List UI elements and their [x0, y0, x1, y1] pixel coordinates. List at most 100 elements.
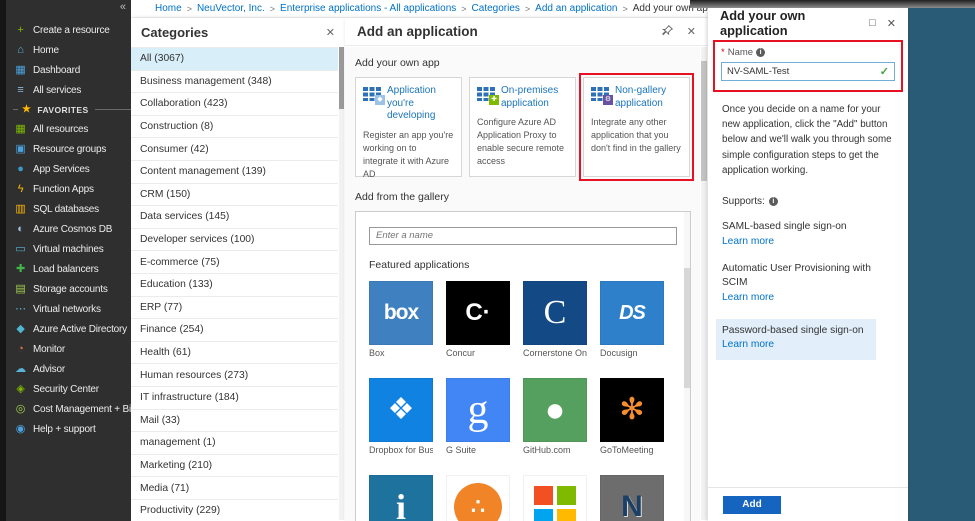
sidebar-item[interactable]: ▣ Resource groups	[6, 139, 131, 159]
sidebar-item[interactable]: ● App Services	[6, 159, 131, 179]
sidebar-item-label: SQL databases	[33, 203, 99, 215]
app-logo-glyph: C·	[465, 298, 491, 326]
sidebar-item-icon: ▦	[15, 63, 26, 76]
category-item[interactable]: Productivity (229)	[131, 498, 338, 521]
learn-more-link[interactable]: Learn more	[722, 235, 774, 249]
gallery-app[interactable]: DS Docusign	[600, 280, 664, 358]
category-item[interactable]: Collaboration (423)	[131, 92, 338, 115]
close-icon[interactable]: ✕	[887, 17, 896, 30]
category-item[interactable]: management (1)	[131, 431, 338, 454]
category-item[interactable]: CRM (150)	[131, 182, 338, 206]
learn-more-link[interactable]: Learn more	[722, 338, 774, 352]
sidebar-item-label: Resource groups	[33, 143, 107, 155]
category-item[interactable]: IT infrastructure (184)	[131, 385, 338, 409]
category-item[interactable]: All (3067)	[131, 47, 338, 70]
breadcrumb-link[interactable]: Add an application	[535, 3, 617, 14]
sidebar-item[interactable]: ◐ Azure Cosmos DB	[6, 219, 131, 239]
gallery-app[interactable]: N	[600, 474, 664, 521]
category-item[interactable]: Developer services (100)	[131, 227, 338, 251]
gallery-search-input[interactable]	[369, 226, 677, 245]
sidebar-item[interactable]: ◈ Security Center	[6, 379, 131, 399]
sidebar-item[interactable]: ≡ All services	[6, 80, 131, 100]
close-icon[interactable]: ✕	[687, 25, 696, 38]
category-item[interactable]: Data services (145)	[131, 205, 338, 228]
app-logo-tile: C	[523, 280, 587, 345]
category-label: ERP (77)	[140, 301, 183, 313]
gallery-card: Featured applications box Box C·	[355, 211, 691, 521]
gallery-app[interactable]: C Cornerstone On...	[523, 280, 587, 358]
breadcrumb-link[interactable]: Categories	[472, 3, 520, 14]
category-item[interactable]: Consumer (42)	[131, 137, 338, 160]
sidebar-item-icon: ⋯	[15, 302, 26, 315]
own-app-tile-title: Non-gallery application	[615, 85, 667, 109]
add-application-body: Add your own app ◆ Application you're de…	[345, 47, 700, 521]
sidebar-item[interactable]: ◉ Help + support	[6, 419, 131, 439]
gallery-app[interactable]: C· Concur	[446, 280, 510, 358]
category-item[interactable]: Finance (254)	[131, 318, 338, 341]
sidebar-item[interactable]: ▥ SQL databases	[6, 199, 131, 219]
sidebar-item[interactable]: + Create a resource	[6, 20, 131, 40]
maximize-icon[interactable]: □	[869, 17, 876, 29]
app-label: Concur	[446, 347, 476, 358]
name-field-highlight-box: * Name i ✓	[713, 40, 903, 92]
category-item[interactable]: E-commerce (75)	[131, 250, 338, 273]
category-item[interactable]: ERP (77)	[131, 295, 338, 319]
gallery-app[interactable]	[523, 474, 587, 521]
gallery-scrollbar-thumb[interactable]	[684, 268, 690, 388]
sidebar-item[interactable]: ☁ Advisor	[6, 359, 131, 379]
gallery-scrollbar	[684, 212, 690, 521]
pin-icon[interactable]	[661, 24, 673, 39]
gallery-app[interactable]: g G Suite	[446, 377, 510, 455]
categories-scrollbar-thumb[interactable]	[339, 47, 344, 109]
gallery-app[interactable]: box Box	[369, 280, 433, 358]
category-item[interactable]: Construction (8)	[131, 114, 338, 138]
own-app-tiles: ◆ Application you're developing Register…	[355, 73, 700, 181]
own-app-tile[interactable]: ✚ On-premises application Configure Azur…	[469, 77, 576, 177]
support-item: Automatic User Provisioning with SCIM Le…	[722, 262, 894, 304]
gallery-app[interactable]: i	[369, 474, 433, 521]
learn-more-link[interactable]: Learn more	[722, 291, 774, 305]
gallery-app[interactable]: ● GitHub.com	[523, 377, 587, 455]
app-logo-tile: DS	[600, 280, 664, 345]
breadcrumb-link[interactable]: NeuVector, Inc.	[197, 3, 265, 14]
sidebar-item[interactable]: ◎ Cost Management + Billing	[6, 399, 131, 419]
sidebar-item[interactable]: ▦ All resources	[6, 119, 131, 139]
categories-panel: Categories ✕ All (3067) Business managem…	[131, 18, 345, 521]
sidebar-item[interactable]: ◔ Monitor	[6, 339, 131, 359]
breadcrumb-link[interactable]: Enterprise applications - All applicatio…	[280, 3, 456, 14]
sidebar-item[interactable]: ⌂ Home	[6, 40, 131, 60]
own-app-tile[interactable]: ◆ Application you're developing Register…	[355, 77, 462, 179]
sidebar-item[interactable]: ϟ Function Apps	[6, 179, 131, 199]
sidebar-item[interactable]: ◆ Azure Active Directory	[6, 319, 131, 339]
app-logo-glyph: ❖	[387, 392, 415, 426]
category-item[interactable]: Human resources (273)	[131, 363, 338, 386]
sidebar-item[interactable]: ▤ Storage accounts	[6, 279, 131, 299]
category-item[interactable]: Health (61)	[131, 340, 338, 364]
category-item[interactable]: Media (71)	[131, 476, 338, 499]
category-item[interactable]: Mail (33)	[131, 408, 338, 432]
required-asterisk: *	[721, 47, 725, 58]
sidebar-item[interactable]: ⋯ Virtual networks	[6, 299, 131, 319]
gallery-app[interactable]: ✻ GoToMeeting	[600, 377, 664, 455]
breadcrumb-link[interactable]: Home	[155, 3, 182, 14]
category-item[interactable]: Business management (348)	[131, 69, 338, 93]
gallery-app[interactable]: ❖ Dropbox for Busi...	[369, 377, 433, 455]
name-field-label: Name	[727, 47, 754, 58]
close-icon[interactable]: ✕	[326, 26, 335, 39]
application-name-input[interactable]	[727, 66, 880, 77]
sidebar-item[interactable]: ✚ Load balancers	[6, 259, 131, 279]
own-app-tile[interactable]: ⚙ Non-gallery application Integrate any …	[579, 73, 694, 181]
sidebar-item-label: All services	[33, 84, 82, 96]
valid-check-icon: ✓	[879, 66, 889, 78]
gallery-app[interactable]: ∴	[446, 474, 510, 521]
sidebar-collapse-icon[interactable]: «	[120, 1, 126, 13]
app-logo-glyph: DS	[619, 301, 646, 324]
add-application-scrollbar-thumb[interactable]	[701, 61, 707, 181]
category-item[interactable]: Content management (139)	[131, 159, 338, 183]
sidebar-item[interactable]: ▭ Virtual machines	[6, 239, 131, 259]
sidebar-item[interactable]: ▦ Dashboard	[6, 60, 131, 80]
category-label: Consumer (42)	[140, 143, 209, 155]
add-button[interactable]: Add	[723, 495, 781, 514]
category-item[interactable]: Marketing (210)	[131, 453, 338, 477]
category-item[interactable]: Education (133)	[131, 272, 338, 296]
